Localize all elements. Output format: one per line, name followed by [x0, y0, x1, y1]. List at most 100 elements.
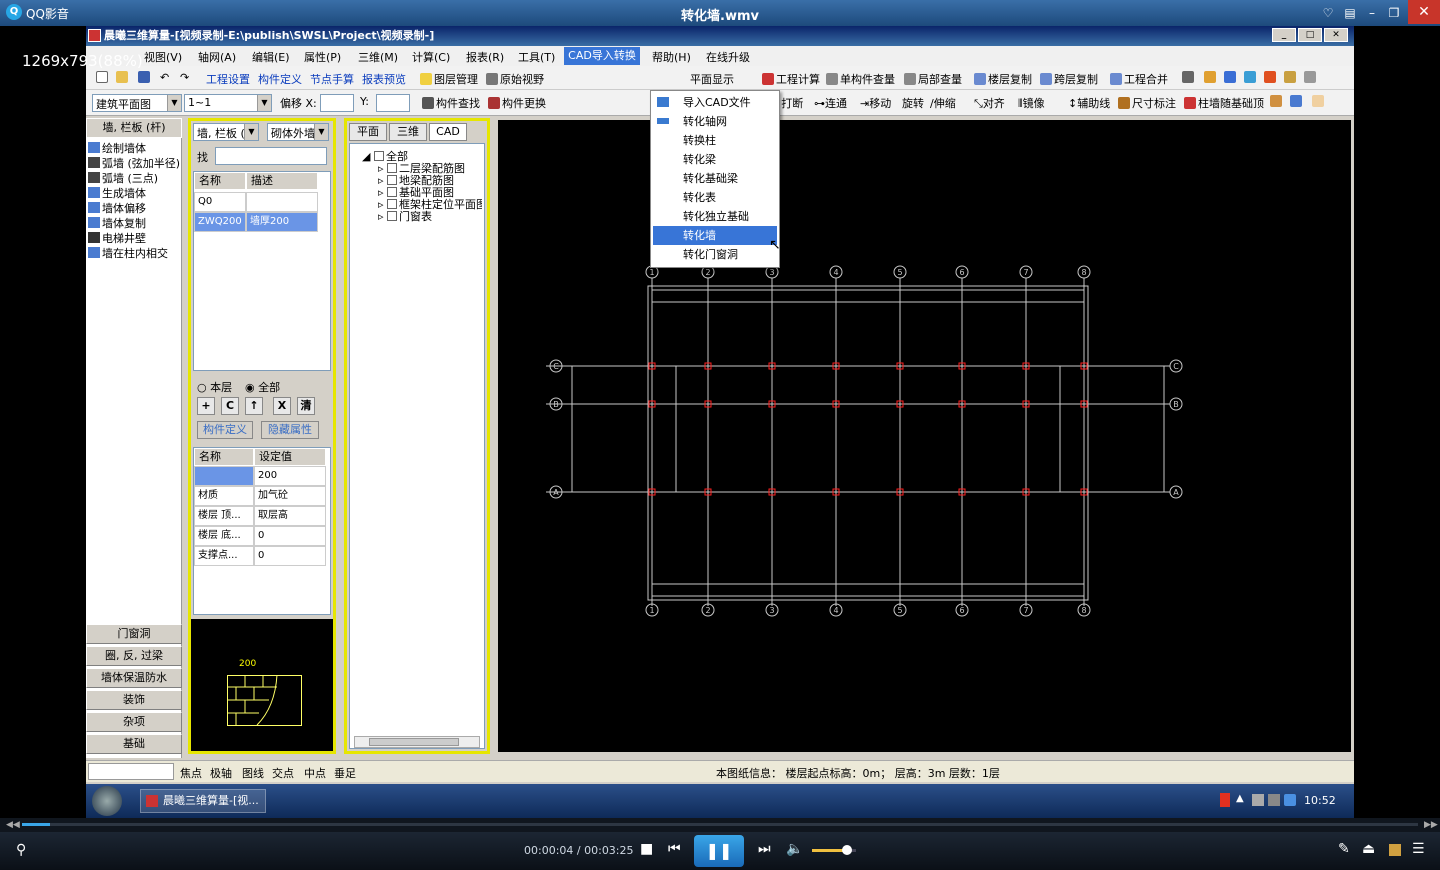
convert-foundation-beam-item[interactable]: 转化基础梁	[653, 169, 777, 188]
node-calc-button[interactable]: 节点手算	[310, 71, 354, 87]
aux-line-button[interactable]: ↕辅助线	[1068, 95, 1110, 111]
insulation-button[interactable]: 墙体保温防水	[86, 668, 182, 688]
wall-offset-item[interactable]: 墙体偏移	[88, 200, 146, 216]
tools-icon[interactable]: ⚲	[16, 842, 26, 858]
app-close-button[interactable]: ✕	[1324, 28, 1348, 42]
list-cell-selected[interactable]: 墙厚200	[246, 212, 318, 232]
single-component-query-button[interactable]: 单构件查量	[826, 71, 895, 87]
arc-wall-radius-item[interactable]: 弧墙 (弦加半径)	[88, 155, 180, 171]
convert-column-item[interactable]: 转换柱	[653, 131, 777, 150]
project-merge-button[interactable]: 工程合并	[1110, 71, 1168, 87]
decoration-button[interactable]: 装饰	[86, 690, 182, 710]
snap-midpoint[interactable]: 中点	[304, 765, 326, 781]
convert-door-window-item[interactable]: 转化门窗洞	[653, 245, 777, 264]
tool-icon-g[interactable]	[1304, 71, 1318, 84]
seek-forward-icon[interactable]: ▶▶	[1424, 820, 1438, 830]
menu-online-upgrade[interactable]: 在线升级	[706, 49, 750, 65]
project-settings-button[interactable]: 工程设置	[206, 71, 250, 87]
app-minimize-button[interactable]: _	[1272, 28, 1296, 42]
tab-plan[interactable]: 平面	[349, 123, 387, 141]
menu-axis[interactable]: 轴网(A)	[198, 49, 236, 65]
cross-floor-copy-button[interactable]: 跨层复制	[1040, 71, 1098, 87]
tab-cad[interactable]: CAD	[429, 123, 467, 141]
hide-property-button[interactable]: 隐藏属性	[261, 421, 319, 439]
eject-icon[interactable]: ⏏	[1362, 841, 1375, 857]
prop-value[interactable]: 取层高	[254, 506, 326, 526]
seek-track[interactable]	[22, 823, 1418, 826]
app-restore-button[interactable]: □	[1298, 28, 1322, 42]
tool-icon-f[interactable]	[1284, 71, 1298, 84]
radio-current-floor[interactable]: ○ 本层	[197, 379, 232, 395]
layer-manage-button[interactable]: 图层管理	[420, 71, 478, 87]
pause-button[interactable]: ❚❚	[694, 835, 744, 867]
offset-y-input[interactable]	[376, 94, 410, 112]
left-panel-header[interactable]: 墙, 栏板 (杆)	[86, 118, 182, 138]
snap-line[interactable]: 图线	[242, 765, 264, 781]
next-button[interactable]: ⏭	[758, 841, 771, 857]
menu-edit[interactable]: 编辑(E)	[252, 49, 290, 65]
delete-component-button[interactable]: X	[273, 397, 291, 415]
stop-button[interactable]: ■	[640, 841, 653, 857]
snap-intersection[interactable]: 交点	[272, 765, 294, 781]
mirror-button[interactable]: ⫴镜像	[1018, 95, 1045, 111]
tool-icon-j[interactable]	[1312, 95, 1326, 108]
original-view-button[interactable]: 原始视野	[486, 71, 544, 87]
arc-wall-3pt-item[interactable]: 弧墙 (三点)	[88, 170, 158, 186]
prop-value[interactable]: 0	[254, 526, 326, 546]
radio-all-floors[interactable]: ◉ 全部	[245, 379, 280, 395]
list-cell-selected[interactable]: ZWQ200	[194, 212, 246, 232]
component-define-button[interactable]: 构件定义	[197, 421, 253, 439]
report-preview-button[interactable]: 报表预览	[362, 71, 406, 87]
undo-icon[interactable]: ↶	[160, 71, 169, 84]
floor-select[interactable]: 1~1 ▼	[184, 94, 272, 112]
volume-icon[interactable]: 🔈	[786, 841, 803, 857]
tree-horizontal-scrollbar[interactable]	[354, 736, 480, 748]
convert-table-item[interactable]: 转化表	[653, 188, 777, 207]
column-wall-follow-button[interactable]: 柱墙随基础顶	[1184, 95, 1264, 111]
convert-beam-item[interactable]: 转化梁	[653, 150, 777, 169]
seek-back-icon[interactable]: ◀◀	[6, 820, 20, 830]
move-up-button[interactable]: ↑	[245, 397, 263, 415]
floor-copy-button[interactable]: 楼层复制	[974, 71, 1032, 87]
tool-icon-i[interactable]	[1290, 95, 1304, 108]
local-query-button[interactable]: 局部查量	[904, 71, 962, 87]
project-calc-button[interactable]: 工程计算	[762, 71, 820, 87]
plan-display-button[interactable]: 平面显示	[690, 71, 734, 87]
snap-perpendicular[interactable]: 垂足	[334, 765, 356, 781]
tray-network-icon[interactable]	[1252, 794, 1264, 806]
convert-isolated-footing-item[interactable]: 转化独立基础	[653, 207, 777, 226]
tool-icon-h[interactable]	[1270, 95, 1284, 108]
misc-button[interactable]: 杂项	[86, 712, 182, 732]
offset-x-input[interactable]	[320, 94, 354, 112]
convert-wall-item[interactable]: 转化墙	[653, 226, 777, 245]
tree-item[interactable]: ▹ 门窗表	[378, 208, 432, 224]
copy-component-button[interactable]: C	[221, 397, 239, 415]
align-button[interactable]: ⤡对齐	[974, 95, 1005, 111]
component-find-button[interactable]: 构件查找	[422, 95, 480, 111]
redo-icon[interactable]: ↷	[180, 71, 189, 84]
draw-wall-item[interactable]: 绘制墙体	[88, 140, 146, 156]
list-cell[interactable]: Q0	[194, 192, 246, 212]
restore-icon[interactable]: ❐	[1384, 4, 1404, 22]
beam-button[interactable]: 圈, 反, 过梁	[86, 646, 182, 666]
tray-monitor-icon[interactable]	[1268, 794, 1280, 806]
clear-button[interactable]: 清	[297, 397, 315, 415]
connect-button[interactable]: ⊶连通	[814, 95, 847, 111]
move-button[interactable]: ⇥移动	[860, 95, 891, 111]
foundation-button[interactable]: 基础	[86, 734, 182, 754]
settings-icon[interactable]: ✎	[1338, 841, 1350, 857]
taskbar-app-button[interactable]: 晨曦三维算量-[视...	[140, 789, 266, 813]
tool-icon-b[interactable]	[1204, 71, 1218, 84]
menu-view[interactable]: 视图(V)	[144, 49, 182, 65]
find-input[interactable]	[215, 147, 327, 165]
player-close-button[interactable]: ✕	[1408, 0, 1440, 24]
save-icon[interactable]	[138, 71, 152, 84]
add-component-button[interactable]: +	[197, 397, 215, 415]
menu-report[interactable]: 报表(R)	[466, 49, 504, 65]
component-define-button[interactable]: 构件定义	[258, 71, 302, 87]
menu-calc[interactable]: 计算(C)	[412, 49, 450, 65]
prop-value[interactable]: 200	[254, 466, 326, 486]
menu-3d[interactable]: 三维(M)	[358, 49, 398, 65]
tray-shield-icon[interactable]	[1284, 794, 1296, 806]
command-input[interactable]	[88, 763, 174, 780]
